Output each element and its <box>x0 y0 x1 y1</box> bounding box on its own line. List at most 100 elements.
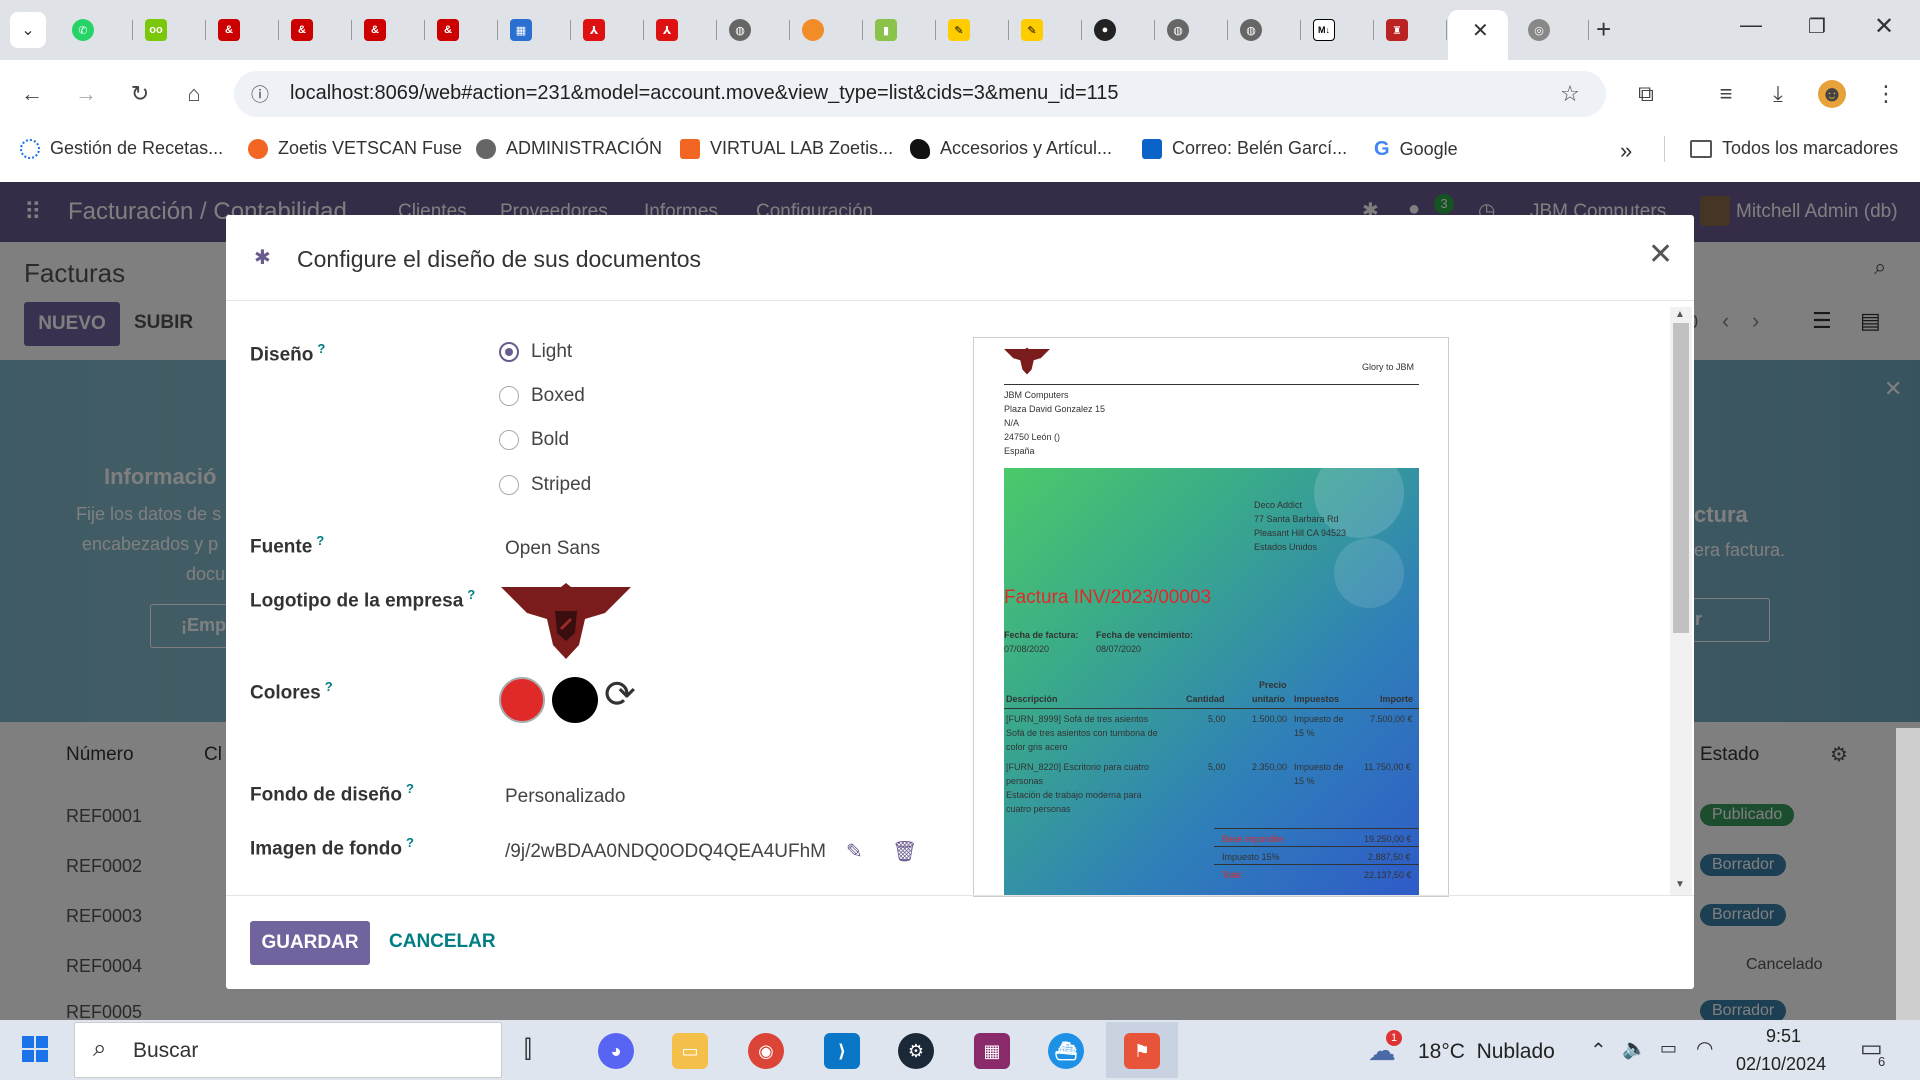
site-info-icon[interactable]: ⓘ <box>246 80 274 108</box>
url-text[interactable]: localhost:8069/web#action=231&model=acco… <box>290 82 1119 105</box>
colors-label: Colores? <box>250 679 333 704</box>
layout-option-boxed[interactable]: Boxed <box>499 385 585 407</box>
minimize-window-icon[interactable]: — <box>1740 12 1762 38</box>
browser-tab[interactable]: ✎ <box>936 10 1009 50</box>
pixel-app-icon[interactable]: ▦ <box>974 1033 1010 1069</box>
close-icon[interactable]: ✕ <box>1648 237 1673 272</box>
background-select[interactable]: Personalizado <box>505 786 625 808</box>
radio-button[interactable] <box>499 386 519 406</box>
browser-tab[interactable]: ⅄ <box>571 10 644 50</box>
bookmark-item[interactable]: ADMINISTRACIÓN <box>476 138 662 159</box>
profile-avatar-icon[interactable]: ☻ <box>1818 80 1846 108</box>
tab-search-button[interactable]: ⌄ <box>10 12 46 48</box>
browser-tab[interactable]: & <box>425 10 498 50</box>
reset-colors-icon[interactable]: ⟳ <box>604 675 636 715</box>
radio-button[interactable] <box>499 475 519 495</box>
primary-color-swatch[interactable] <box>499 677 545 723</box>
help-tooltip[interactable]: ? <box>317 341 325 356</box>
radio-button[interactable] <box>499 342 519 362</box>
scroll-thumb[interactable] <box>1673 323 1689 633</box>
active-browser-tab[interactable]: ✕ <box>1448 10 1508 60</box>
secondary-color-swatch[interactable] <box>552 677 598 723</box>
bookmark-item[interactable]: Zoetis VETSCAN Fuse <box>248 138 462 159</box>
volume-icon[interactable]: 🔈 <box>1622 1036 1647 1061</box>
all-bookmarks-button[interactable]: Todos los marcadores <box>1690 138 1898 159</box>
edit-pencil-icon[interactable]: ✎ <box>846 839 863 864</box>
scroll-down-arrow[interactable]: ▼ <box>1675 879 1685 890</box>
battery-icon[interactable]: ▭ <box>1660 1038 1677 1059</box>
browser-tab[interactable]: ▮ <box>863 10 936 50</box>
browser-tab[interactable]: ◎ <box>1516 10 1589 50</box>
help-tooltip[interactable]: ? <box>406 781 414 796</box>
task-view-icon[interactable]: ⫿ <box>524 1036 532 1064</box>
help-tooltip[interactable]: ? <box>467 587 475 602</box>
help-tooltip[interactable]: ? <box>406 835 414 850</box>
layout-option-bold[interactable]: Bold <box>499 429 569 451</box>
browser-tab[interactable]: ✆ <box>60 10 133 50</box>
postman-app-icon[interactable]: ⚑ <box>1124 1033 1160 1069</box>
browser-tab[interactable] <box>790 10 863 50</box>
vscode-app-icon[interactable]: ⟩ <box>824 1033 860 1069</box>
close-tab-icon[interactable]: ✕ <box>1472 18 1489 43</box>
bookmark-item[interactable]: G Google <box>1374 138 1458 161</box>
browser-tab[interactable]: ● <box>1082 10 1155 50</box>
bookmark-item[interactable]: VIRTUAL LAB Zoetis... <box>680 138 893 159</box>
steam-app-icon[interactable]: ⚙ <box>898 1033 934 1069</box>
dialog-title: Configure el diseño de sus documentos <box>297 246 702 272</box>
company-logo-image[interactable] <box>501 583 631 659</box>
download-icon[interactable]: ⤓ <box>1764 80 1792 108</box>
dialog-scrollbar[interactable]: ▲ ▼ <box>1670 307 1692 895</box>
help-tooltip[interactable]: ? <box>316 533 324 548</box>
clock-time[interactable]: 9:51 <box>1766 1026 1801 1047</box>
browser-tab[interactable]: oo <box>133 10 206 50</box>
close-window-icon[interactable]: ✕ <box>1874 12 1894 41</box>
browser-tab[interactable]: ◍ <box>1228 10 1301 50</box>
wifi-icon[interactable]: ◠ <box>1696 1036 1713 1061</box>
weather-text[interactable]: 18°C Nublado <box>1418 1040 1555 1064</box>
new-tab-button[interactable]: + <box>1596 14 1611 45</box>
browser-tab[interactable]: ♜ <box>1374 10 1447 50</box>
save-button[interactable]: GUARDAR <box>250 921 370 965</box>
restore-window-icon[interactable]: ❐ <box>1808 14 1826 39</box>
page-scrollbar[interactable] <box>1896 728 1920 1020</box>
tray-chevron-icon[interactable]: ⌃ <box>1590 1038 1607 1063</box>
layout-option-striped[interactable]: Striped <box>499 474 591 496</box>
browser-tab[interactable]: ⅄ <box>644 10 717 50</box>
help-tooltip[interactable]: ? <box>325 679 333 694</box>
discord-app-icon[interactable]: ◕ <box>598 1033 634 1069</box>
bookmark-item[interactable]: Gestión de Recetas... <box>20 138 223 159</box>
cancel-button[interactable]: CANCELAR <box>389 931 496 953</box>
chrome-app-icon[interactable]: ◉ <box>748 1033 784 1069</box>
browser-tab[interactable]: ▦ <box>498 10 571 50</box>
browser-tab[interactable]: ◍ <box>1155 10 1228 50</box>
taskbar-search-box[interactable]: ⌕ Buscar <box>74 1022 502 1078</box>
docker-app-icon[interactable]: ⛴ <box>1048 1033 1084 1069</box>
browser-tab[interactable]: ✎ <box>1009 10 1082 50</box>
reload-icon[interactable]: ↻ <box>126 80 154 108</box>
forward-icon[interactable]: → <box>72 80 100 108</box>
delete-trash-icon[interactable]: 🗑 <box>892 839 917 864</box>
preview-total-value: 2.887,50 € <box>1368 852 1411 862</box>
media-control-icon[interactable]: ≡ <box>1712 80 1740 108</box>
clock-date[interactable]: 02/10/2024 <box>1736 1054 1826 1075</box>
home-icon[interactable]: ⌂ <box>180 80 208 108</box>
radio-button[interactable] <box>499 430 519 450</box>
font-select[interactable]: Open Sans <box>505 538 600 560</box>
bookmark-star-icon[interactable]: ☆ <box>1556 80 1584 108</box>
browser-tab[interactable]: & <box>206 10 279 50</box>
bookmark-item[interactable]: Correo: Belén Garcí... <box>1142 138 1347 159</box>
browser-tab[interactable]: & <box>279 10 352 50</box>
extensions-icon[interactable]: ⧉ <box>1632 80 1660 108</box>
back-icon[interactable]: ← <box>18 80 46 108</box>
layout-option-light[interactable]: Light <box>499 341 572 363</box>
browser-tab[interactable]: & <box>352 10 425 50</box>
scroll-up-arrow[interactable]: ▲ <box>1675 309 1685 320</box>
browser-tab[interactable]: M↓ <box>1301 10 1374 50</box>
browser-menu-icon[interactable]: ⋮ <box>1872 80 1900 108</box>
file-explorer-icon[interactable]: ▭ <box>672 1033 708 1069</box>
windows-start-icon[interactable] <box>22 1036 48 1062</box>
preview-line: Sofá de tres asientos con tumbona de <box>1006 728 1158 738</box>
more-bookmarks-button[interactable]: » <box>1620 138 1632 164</box>
browser-tab[interactable]: ◍ <box>717 10 790 50</box>
bookmark-item[interactable]: Accesorios y Artícul... <box>910 138 1112 159</box>
